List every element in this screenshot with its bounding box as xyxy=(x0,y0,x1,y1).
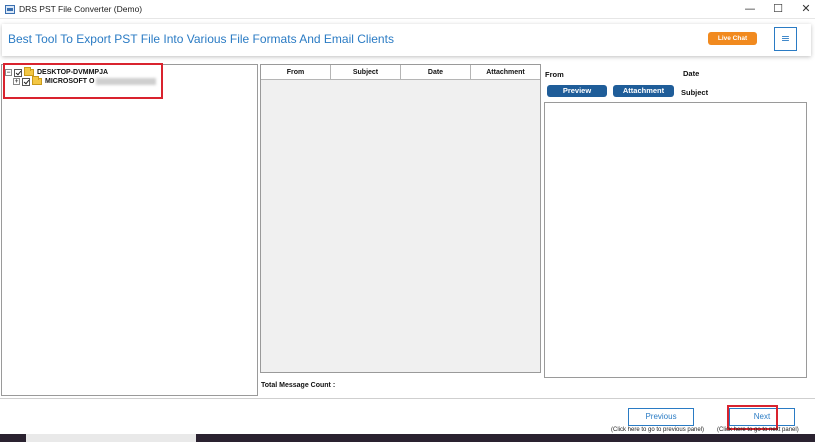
date-label: Date xyxy=(683,69,700,78)
column-header-attachment[interactable]: Attachment xyxy=(471,65,540,80)
attachment-tab-button[interactable]: Attachment xyxy=(613,85,674,97)
title-bar: DRS PST File Converter (Demo) — ☐ ✕ xyxy=(0,0,815,19)
page-title: Best Tool To Export PST File Into Variou… xyxy=(8,32,394,46)
live-chat-button[interactable]: Live Chat xyxy=(708,32,757,45)
folder-tree-panel: − DESKTOP-DVMMPJA + MICROSOFT O xyxy=(1,64,258,396)
total-message-count: Total Message Count : xyxy=(261,382,336,389)
footer-divider xyxy=(0,398,815,399)
window-title: DRS PST File Converter (Demo) xyxy=(19,4,143,14)
from-label: From xyxy=(545,70,564,79)
message-preview-pane xyxy=(544,102,807,378)
next-hint: (Click here to go to next panel) xyxy=(717,427,799,433)
app-icon xyxy=(5,5,15,14)
preview-header: From Date Preview Attachment Subject xyxy=(543,64,808,100)
taskbar xyxy=(0,434,815,442)
subject-label: Subject xyxy=(681,88,709,97)
close-button[interactable]: ✕ xyxy=(790,0,815,19)
highlight-box-tree xyxy=(3,63,163,99)
taskbar-segment xyxy=(26,434,196,442)
previous-hint: (Click here to go to previous panel) xyxy=(611,427,705,433)
hamburger-menu-button[interactable]: ≡ xyxy=(774,27,797,51)
column-header-date[interactable]: Date xyxy=(401,65,471,80)
column-header-from[interactable]: From xyxy=(261,65,331,80)
preview-tab-button[interactable]: Preview xyxy=(547,85,607,97)
message-list-panel: From Subject Date Attachment xyxy=(260,64,541,373)
app-header: Best Tool To Export PST File Into Variou… xyxy=(2,24,811,56)
message-list-header: From Subject Date Attachment xyxy=(261,65,540,80)
previous-button[interactable]: Previous xyxy=(628,408,694,426)
column-header-subject[interactable]: Subject xyxy=(331,65,401,80)
